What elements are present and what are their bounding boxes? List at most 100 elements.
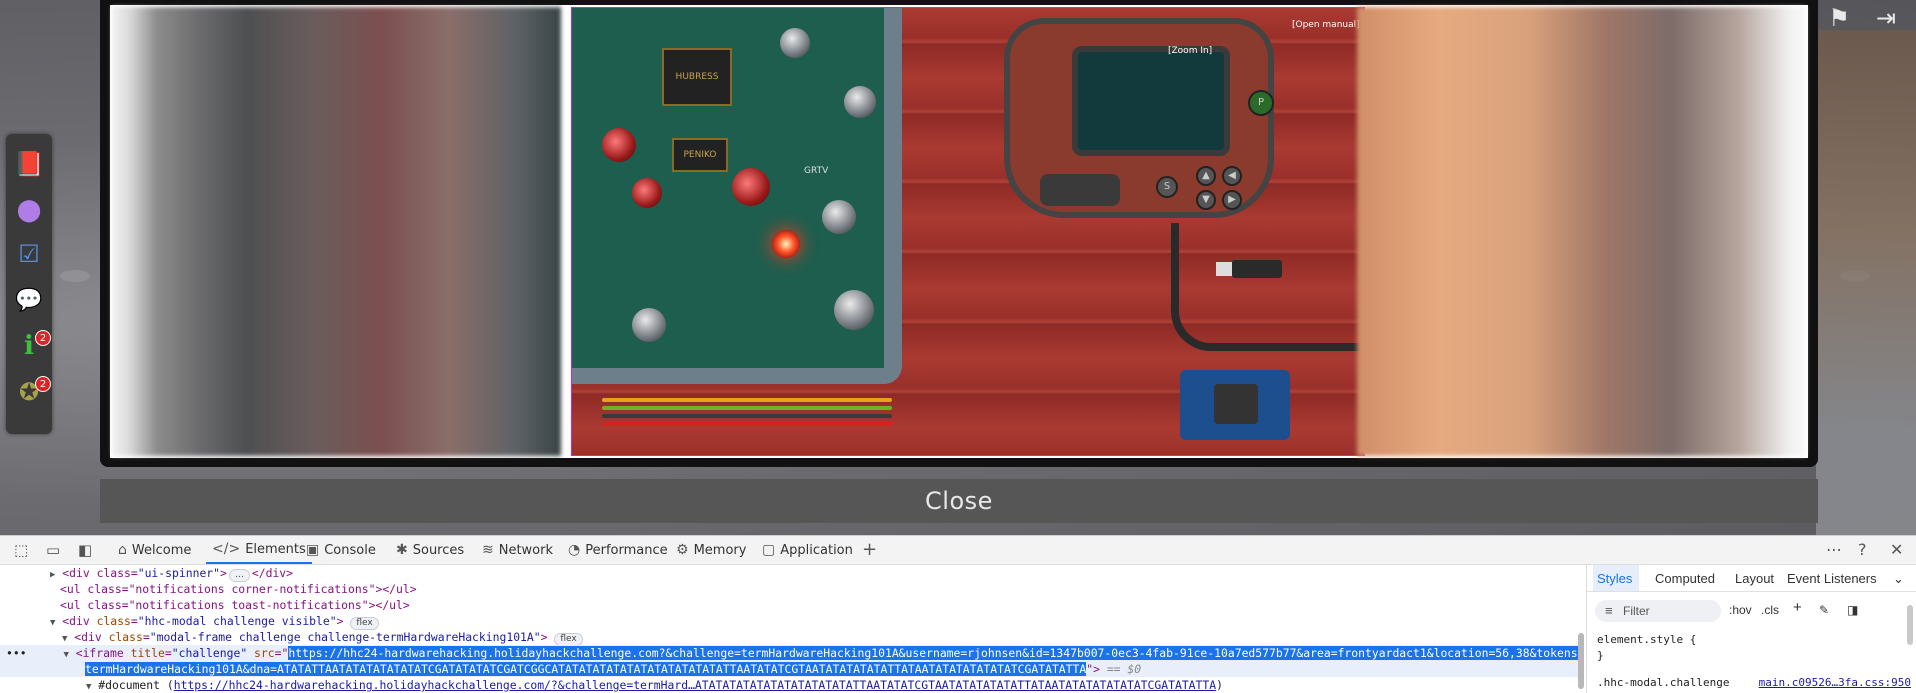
modal-content: HUBRESS PENIKO GRTV P S ▲ ◀ ▼ ▶ [Zoom In… bbox=[110, 5, 1808, 458]
collapse-icon[interactable]: ▼ bbox=[63, 650, 68, 660]
capacitor bbox=[602, 128, 636, 162]
iframe-src-selected[interactable]: termHardwareHacking101A&dna=ATATATTAATAT… bbox=[85, 662, 1087, 676]
tab-sources[interactable]: ✱ Sources bbox=[396, 536, 464, 564]
tab-computed[interactable]: Computed bbox=[1655, 571, 1715, 586]
wire-yellow[interactable] bbox=[602, 398, 892, 402]
dom-node-document[interactable]: ▼ #document (https://hhc24-hardwarehacki… bbox=[86, 677, 1223, 693]
dom-node-modal-frame[interactable]: ▼ <div class="modal-frame challenge chal… bbox=[62, 629, 583, 646]
elements-scrollbar[interactable] bbox=[1578, 633, 1584, 689]
styles-scrollbar[interactable] bbox=[1907, 605, 1913, 645]
gauge-icon: ◔ bbox=[568, 542, 581, 558]
application-icon: ▢ bbox=[762, 542, 776, 558]
dom-node-toast-notifications[interactable]: <ul class="notifications toast-notificat… bbox=[60, 597, 410, 613]
info-icon: i bbox=[24, 331, 34, 361]
style-rule-selector[interactable]: .hhc-modal.challenge bbox=[1597, 676, 1729, 689]
styles-pane: Styles Computed Layout Event Listeners ⌄… bbox=[1586, 565, 1916, 693]
tab-console[interactable]: ▣ Console bbox=[306, 536, 376, 564]
dom-node-ui-spinner[interactable]: ▶ <div class="ui-spinner">… </div> bbox=[50, 565, 293, 582]
tab-memory[interactable]: ⚙ Memory bbox=[676, 536, 746, 564]
tab-elements[interactable]: </> Elements bbox=[206, 536, 312, 564]
new-style-rule-icon[interactable]: + bbox=[1793, 599, 1802, 616]
device-button[interactable]: ▶ bbox=[1222, 190, 1242, 210]
wire-green[interactable] bbox=[602, 406, 892, 410]
sidebar-toggle-icon[interactable]: ◨ bbox=[1847, 603, 1858, 617]
sidebar-item-map[interactable]: ⬤ bbox=[6, 192, 52, 228]
challenge-iframe[interactable]: HUBRESS PENIKO GRTV P S ▲ ◀ ▼ ▶ [Zoom In… bbox=[571, 7, 1365, 456]
more-options-icon[interactable]: ⋯ bbox=[1826, 540, 1842, 559]
iframe-src-selected[interactable]: https://hhc24-hardwarehacking.holidayhac… bbox=[288, 646, 1584, 660]
capacitor bbox=[632, 178, 662, 208]
component-knob bbox=[844, 86, 876, 118]
tab-application[interactable]: ▢ Application bbox=[762, 536, 853, 564]
styles-tabs: Styles Computed Layout Event Listeners ⌄ bbox=[1587, 565, 1916, 592]
tab-network[interactable]: ≋ Network bbox=[482, 536, 553, 564]
collapse-icon[interactable]: ▼ bbox=[62, 634, 67, 644]
sidebar-item-badge-book[interactable]: 📕 bbox=[6, 146, 52, 182]
dom-attr-value: "modal-frame challenge challenge-termHar… bbox=[149, 630, 541, 644]
more-icon[interactable]: ••• bbox=[6, 646, 27, 660]
wifi-icon: ≋ bbox=[482, 542, 494, 558]
notification-badge: 2 bbox=[35, 330, 51, 346]
jumper-wires[interactable] bbox=[594, 396, 894, 428]
tab-layout[interactable]: Layout bbox=[1735, 571, 1774, 586]
blurred-backdrop-right bbox=[1357, 7, 1806, 456]
device-button[interactable]: ▼ bbox=[1196, 190, 1216, 210]
console-icon: ▣ bbox=[306, 542, 320, 558]
board-chip: PENIKO bbox=[672, 138, 728, 172]
component-knob bbox=[632, 308, 666, 342]
hover-state-toggle[interactable]: :hov bbox=[1729, 603, 1752, 617]
expand-icon[interactable]: ▶ bbox=[50, 570, 55, 580]
tab-event-listeners[interactable]: Event Listeners bbox=[1787, 571, 1877, 586]
tab-label: Network bbox=[498, 542, 554, 558]
dom-tag: <div class= bbox=[62, 566, 138, 580]
tab-label: Welcome bbox=[131, 542, 192, 558]
close-button[interactable]: Close bbox=[100, 479, 1818, 523]
dock-side-icon[interactable]: ◧ bbox=[78, 541, 92, 559]
home-icon: ⌂ bbox=[118, 542, 127, 558]
device-button[interactable]: S bbox=[1156, 176, 1178, 198]
style-source-link[interactable]: main.c09526…3fa.css:950 bbox=[1759, 676, 1911, 689]
dom-node-hhc-modal[interactable]: ▼ <div class="hhc-modal challenge visibl… bbox=[50, 613, 379, 630]
logout-icon[interactable]: ⇥ bbox=[1876, 4, 1896, 32]
inspect-element-icon[interactable]: ⬚ bbox=[14, 541, 28, 559]
board-label: GRTV bbox=[804, 166, 829, 176]
dom-node-corner-notifications[interactable]: <ul class="notifications corner-notifica… bbox=[60, 581, 417, 597]
add-tab-icon[interactable]: + bbox=[862, 539, 877, 560]
uart-bridge-board[interactable] bbox=[1180, 370, 1290, 440]
usb-plug[interactable] bbox=[1216, 260, 1282, 278]
hud-icon[interactable]: ⚑ bbox=[1828, 4, 1850, 32]
collapse-icon[interactable]: ▼ bbox=[86, 682, 91, 692]
paint-icon[interactable]: ✎ bbox=[1819, 603, 1829, 617]
sidebar-item-achievements[interactable]: ✪ 2 bbox=[6, 374, 52, 410]
tab-label: Application bbox=[780, 542, 853, 558]
element-style-rule[interactable]: element.style { bbox=[1597, 633, 1696, 646]
dom-node-iframe-selected[interactable]: ••• ▼ <iframe title="challenge" src="htt… bbox=[0, 645, 1584, 661]
sidebar-item-info[interactable]: i 2 bbox=[6, 328, 52, 364]
close-devtools-icon[interactable]: ✕ bbox=[1890, 540, 1903, 559]
zoom-in-link[interactable]: [Zoom In] bbox=[1168, 46, 1212, 56]
help-icon[interactable]: ? bbox=[1858, 540, 1867, 559]
checkbox-icon: ☑ bbox=[18, 240, 40, 268]
document-url-link[interactable]: https://hhc24-hardwarehacking.holidayhac… bbox=[174, 678, 1216, 692]
chat-icon: 💬 bbox=[15, 287, 43, 313]
tab-styles[interactable]: Styles bbox=[1597, 571, 1632, 586]
sidebar-item-chat[interactable]: 💬 bbox=[6, 282, 52, 318]
styles-filter-input[interactable]: Filter bbox=[1595, 600, 1721, 622]
device-toolbar-icon[interactable]: ▭ bbox=[46, 541, 60, 559]
class-toggle[interactable]: .cls bbox=[1761, 603, 1779, 617]
tab-welcome[interactable]: ⌂ Welcome bbox=[118, 536, 191, 564]
chevron-down-icon[interactable]: ⌄ bbox=[1893, 571, 1904, 587]
device-button[interactable]: ◀ bbox=[1222, 166, 1242, 186]
sidebar-item-objectives[interactable]: ☑ bbox=[6, 236, 52, 272]
book-icon: 📕 bbox=[14, 150, 44, 178]
tab-label: Memory bbox=[693, 542, 747, 558]
dom-node-iframe-continued[interactable]: termHardwareHacking101A&dna=ATATATTAATAT… bbox=[0, 661, 1578, 677]
open-manual-link[interactable]: [Open manual] bbox=[1292, 20, 1360, 30]
device-power-button[interactable]: P bbox=[1248, 90, 1274, 116]
collapse-icon[interactable]: ▼ bbox=[50, 618, 55, 628]
wire-red[interactable] bbox=[602, 422, 892, 426]
device-button[interactable]: ▲ bbox=[1196, 166, 1216, 186]
wire-black[interactable] bbox=[602, 414, 892, 418]
uart-chip bbox=[1214, 384, 1258, 424]
tab-performance[interactable]: ◔ Performance bbox=[568, 536, 668, 564]
